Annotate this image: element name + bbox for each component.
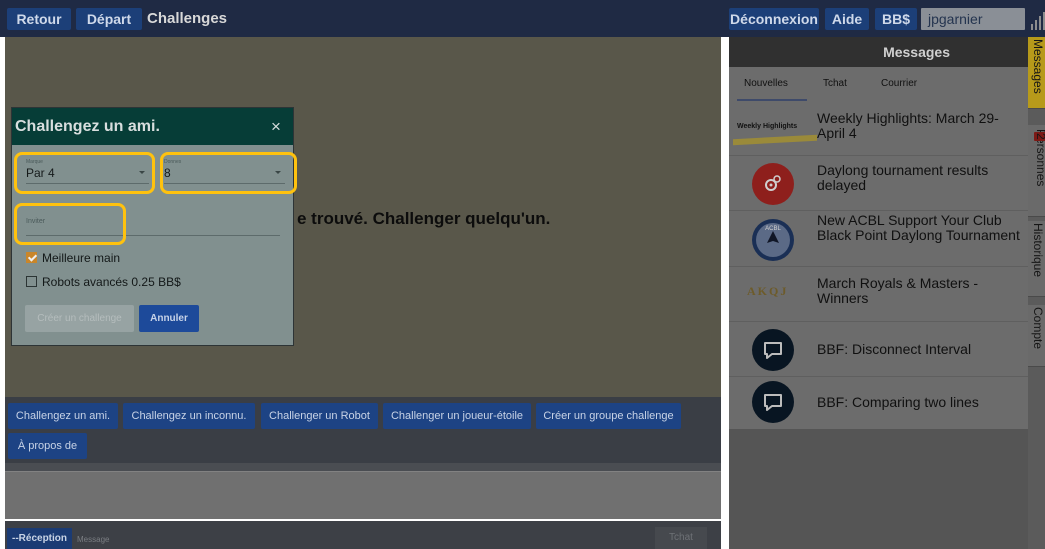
notification-badge: 2 bbox=[1034, 132, 1045, 141]
side-tab-personnes[interactable]: Personnes 2 bbox=[1028, 125, 1045, 217]
side-tab-compte[interactable]: Compte bbox=[1028, 305, 1045, 367]
advanced-robots-label: Robots avancés 0.25 BB$ bbox=[42, 275, 181, 289]
username-display[interactable]: jpgarnier bbox=[921, 8, 1025, 30]
challenge-robot-button[interactable]: Challenger un Robot bbox=[261, 403, 378, 429]
side-tabs: Messages Personnes 2 Historique Compte bbox=[1028, 37, 1045, 549]
cancel-button[interactable]: Annuler bbox=[139, 305, 199, 332]
chat-log bbox=[5, 471, 721, 519]
message-input[interactable]: Message bbox=[77, 535, 109, 544]
gears-icon bbox=[752, 163, 794, 205]
news-list: Weekly Highlights Weekly Highlights: Mar… bbox=[729, 101, 1028, 429]
signal-strength-icon bbox=[1031, 12, 1045, 30]
messages-tabs: Nouvelles Tchat Courrier bbox=[729, 67, 1028, 101]
reception-channel-button[interactable]: --Réception bbox=[7, 528, 72, 549]
advanced-robots-checkbox[interactable] bbox=[26, 276, 37, 287]
akqj-logo: AKQJ bbox=[747, 279, 801, 309]
news-title: BBF: Disconnect Interval bbox=[817, 341, 972, 357]
about-button[interactable]: À propos de bbox=[8, 433, 87, 459]
close-icon[interactable]: × bbox=[271, 117, 281, 137]
news-item[interactable]: Weekly Highlights Weekly Highlights: Mar… bbox=[729, 101, 1028, 156]
create-challenge-group-button[interactable]: Créer un groupe challenge bbox=[536, 403, 681, 429]
empty-state-message: e trouvé. Challenger quelqu'un. bbox=[297, 209, 551, 228]
side-tab-messages-label: Messages bbox=[1031, 39, 1045, 94]
highlight-scoring bbox=[14, 152, 155, 194]
create-challenge-button[interactable]: Créer un challenge bbox=[25, 305, 134, 332]
news-title: BBF: Comparing two lines bbox=[817, 394, 979, 410]
news-item[interactable]: ACBL New ACBL Support Your Club Black Po… bbox=[729, 211, 1028, 267]
news-title: March Royals & Masters - Winners bbox=[817, 275, 979, 306]
messages-panel: Messages Nouvelles Tchat Courrier Weekly… bbox=[729, 37, 1028, 549]
side-tab-compte-label: Compte bbox=[1031, 307, 1045, 350]
weekly-highlights-logo: Weekly Highlights bbox=[733, 117, 817, 147]
dialog-title: Challengez un ami. bbox=[15, 118, 160, 135]
acbl-logo-text: ACBL bbox=[765, 226, 781, 232]
side-tab-historique[interactable]: Historique bbox=[1028, 221, 1045, 297]
weekly-highlights-logo-text: Weekly Highlights bbox=[737, 123, 798, 130]
news-item[interactable]: AKQJ March Royals & Masters - Winners bbox=[729, 267, 1028, 322]
top-bar: Retour Départ Challenges Déconnexion Aid… bbox=[0, 0, 1045, 37]
messages-header: Messages bbox=[729, 37, 1028, 67]
akqj-logo-text: AKQJ bbox=[747, 284, 789, 298]
retour-button[interactable]: Retour bbox=[7, 8, 71, 30]
news-item[interactable]: Daylong tournament results delayed bbox=[729, 156, 1028, 211]
acbl-logo: ACBL bbox=[752, 219, 794, 261]
messages-panel-empty-area bbox=[729, 429, 1028, 549]
best-hand-checkbox[interactable] bbox=[26, 252, 37, 263]
action-button-bar: Challengez un ami. Challengez un inconnu… bbox=[5, 397, 721, 463]
side-tab-messages[interactable]: Messages bbox=[1028, 37, 1045, 109]
challenge-stranger-button[interactable]: Challengez un inconnu. bbox=[123, 403, 255, 429]
highlight-invite bbox=[14, 203, 126, 245]
chat-input-bar: --Réception Message Tchat bbox=[5, 521, 721, 549]
tab-courrier[interactable]: Courrier bbox=[881, 78, 917, 89]
deconnexion-button[interactable]: Déconnexion bbox=[729, 8, 819, 30]
best-hand-label: Meilleure main bbox=[42, 251, 121, 265]
tchat-send-button[interactable]: Tchat bbox=[655, 527, 707, 549]
news-item[interactable]: BBF: Comparing two lines bbox=[729, 377, 1028, 429]
highlight-boards bbox=[160, 152, 297, 194]
challenge-friend-button[interactable]: Challengez un ami. bbox=[8, 403, 118, 429]
page-title: Challenges bbox=[147, 10, 228, 27]
app-window: Retour Départ Challenges Déconnexion Aid… bbox=[0, 0, 1045, 549]
logo-stripe bbox=[733, 134, 817, 146]
tab-nouvelles[interactable]: Nouvelles bbox=[744, 78, 788, 89]
challenge-star-player-button[interactable]: Challenger un joueur-étoile bbox=[383, 403, 531, 429]
chat-bubble-icon bbox=[752, 381, 794, 423]
bbs-button[interactable]: BB$ bbox=[875, 8, 917, 30]
news-title: Daylong tournament results delayed bbox=[817, 162, 989, 193]
news-title: Weekly Highlights: March 29-April 4 bbox=[817, 110, 999, 141]
news-item[interactable]: BBF: Disconnect Interval bbox=[729, 322, 1028, 377]
side-tab-historique-label: Historique bbox=[1031, 223, 1045, 278]
news-title: New ACBL Support Your Club Black Point D… bbox=[817, 212, 1020, 243]
aide-button[interactable]: Aide bbox=[825, 8, 869, 30]
chat-bubble-icon bbox=[752, 329, 794, 371]
divider bbox=[5, 463, 721, 471]
challenge-friend-dialog: Challengez un ami. × Marque Par 4 Donnes… bbox=[11, 107, 297, 346]
depart-button[interactable]: Départ bbox=[76, 8, 142, 30]
dialog-header: Challengez un ami. × bbox=[12, 108, 293, 145]
tab-tchat[interactable]: Tchat bbox=[823, 78, 847, 89]
